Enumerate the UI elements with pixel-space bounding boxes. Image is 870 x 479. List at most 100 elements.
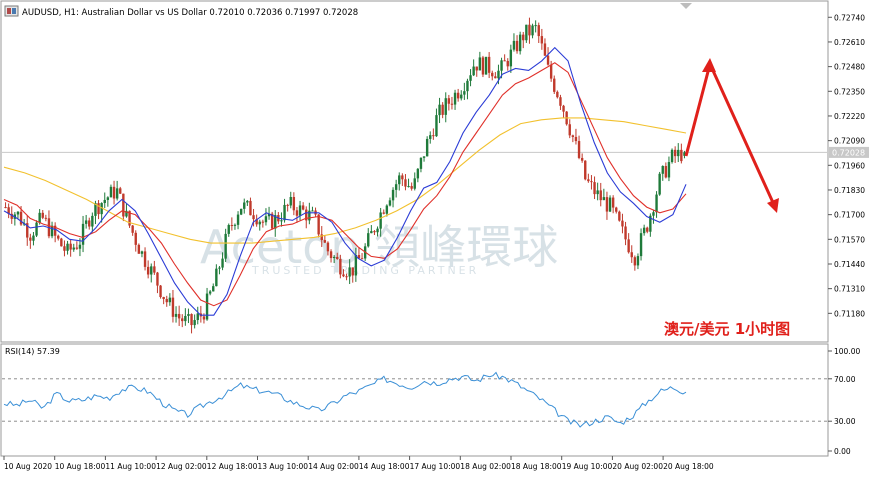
time-tick-label: 13 Aug 10:00 [258,462,309,471]
candle-body [184,315,187,322]
price-tick-label: 0.71830 [834,186,865,195]
candle-body [301,205,305,210]
time-tick-label: 18 Aug 18:00 [511,462,562,471]
candle-body [370,231,373,234]
time-tick-label: 14 Aug 02:00 [308,462,359,471]
candle-body [32,235,35,241]
candle-body [29,237,32,241]
candle-body [122,193,125,217]
candle-body [639,233,643,257]
candle-body [534,25,537,27]
candle-body [317,214,320,235]
rsi-tick-label: 70.00 [834,375,856,384]
candle-body [354,254,358,276]
candle-body [156,272,159,286]
time-tick-label: 19 Aug 10:00 [562,462,613,471]
candle-body [243,202,246,209]
candle-body [376,228,379,233]
candle-body [494,76,497,79]
candle-body [615,207,618,212]
candle-body [69,243,72,250]
chart-canvas[interactable]: Acetop 領峰環球 TRUSTED TRADING PARTNER 100.… [0,0,870,475]
candle-body [463,91,466,95]
candle-body [543,43,547,56]
candle-body [419,157,423,169]
candle-body [602,197,606,201]
candle-body [109,186,113,198]
candle-body [407,186,410,188]
time-tick-label: 11 Aug 10:00 [105,462,156,471]
candle-body [137,244,141,254]
current-price-label: 0.72028 [832,148,865,157]
candle-body [351,267,354,276]
candle-body [233,224,237,226]
candle-body [500,60,503,71]
time-tick-label: 12 Aug 18:00 [207,462,258,471]
candle-body [177,313,181,319]
candle-body [487,56,491,73]
price-tick-label: 0.71310 [834,285,865,294]
candle-body [218,267,221,269]
candle-body [106,197,110,200]
candle-body [298,205,302,216]
candle-body [143,251,147,267]
candle-body [522,34,525,41]
candle-body [215,268,218,287]
candle-body [57,235,60,239]
candle-body [264,216,268,223]
candle-body [35,222,38,236]
candle-body [202,316,206,320]
candle-body [515,40,519,52]
candle-body [97,203,100,215]
candle-body [212,286,215,292]
candle-body [512,40,516,50]
candle-body [190,314,193,326]
price-tick-label: 0.71700 [834,211,865,220]
candle-body [181,318,184,322]
price-tick-label: 0.71570 [834,235,865,244]
candle-body [236,214,240,225]
candle-body [115,188,119,199]
candle-body [571,135,575,137]
candle-body [416,168,420,179]
candle-body [528,24,531,36]
candle-body [429,135,432,139]
candle-body [562,105,565,112]
candle-body [574,136,578,142]
rsi-tick-label: 100.00 [834,347,860,356]
price-tick-label: 0.72220 [834,112,865,121]
candle-body [664,166,668,178]
candle-body [19,211,23,225]
candle-body [608,197,612,212]
candle-body [599,190,602,201]
candle-body [469,75,472,81]
chart-window-icon[interactable] [4,5,19,17]
candle-body [66,243,69,251]
candle-body [385,205,389,214]
candle-body [584,160,587,180]
candle-body [621,220,624,227]
candle-body [444,98,447,115]
rsi-panel[interactable] [0,343,829,457]
candle-body [227,225,230,234]
candle-body [249,200,252,216]
candle-body [627,239,630,253]
candle-body [196,313,199,321]
price-panel[interactable] [0,0,829,343]
time-tick-label: 12 Aug 02:00 [156,462,207,471]
candle-body [450,103,454,105]
candle-body [44,217,48,219]
candle-body [655,194,658,213]
candle-body [345,276,348,278]
candle-body [447,98,451,104]
candle-body [78,244,82,249]
candle-body [75,247,79,249]
candle-body [146,266,150,275]
candle-body [329,251,333,259]
candle-body [150,266,153,275]
time-tick-label: 14 Aug 18:00 [359,462,410,471]
candle-body [332,256,336,259]
candle-body [308,210,311,221]
candle-body [605,197,609,212]
time-tick-label: 17 Aug 10:00 [410,462,461,471]
